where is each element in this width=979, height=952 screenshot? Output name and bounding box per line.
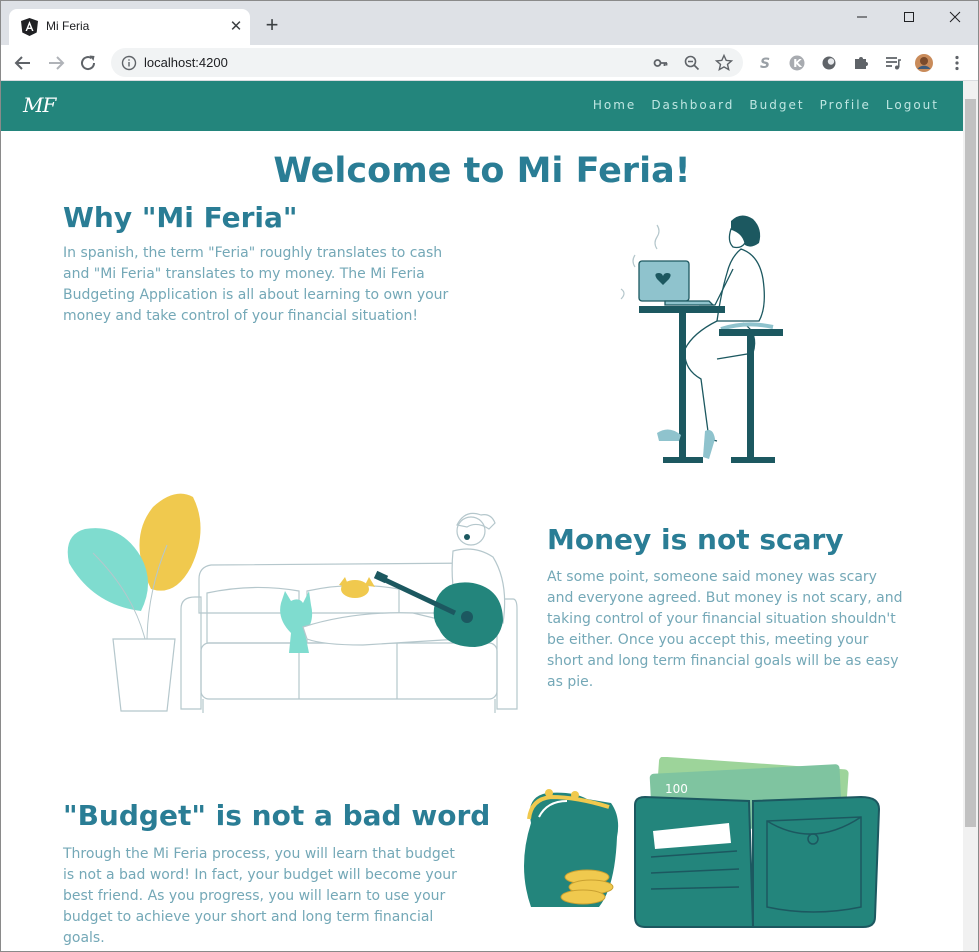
nav-links: Home Dashboard Budget Profile Logout [593,98,939,112]
page-scrollbar[interactable] [963,81,978,951]
section-heading-why-mi-feria: Why "Mi Feria" [63,201,298,234]
extension-circle-icon[interactable] [819,53,839,73]
tab-strip: Mi Feria ✕ + [1,1,978,45]
woman-at-laptop-illustration [620,215,783,463]
info-icon[interactable] [119,53,139,73]
browser-window: Mi Feria ✕ + localhost:4200 S K MF Home … [0,0,979,952]
url-text[interactable]: localhost:4200 [144,55,228,70]
section-heading-money-not-scary: Money is not scary [547,523,844,556]
scrollbar-thumb[interactable] [965,99,976,827]
wallet-and-coin-purse-illustration: 100 [524,757,881,928]
nav-link-logout[interactable]: Logout [886,98,939,112]
nav-link-budget[interactable]: Budget [749,98,804,112]
zoom-out-icon[interactable] [682,53,702,73]
section-text-budget-not-bad-word: Through the Mi Feria process, you will l… [63,846,457,946]
extensions-puzzle-icon[interactable] [851,53,871,73]
svg-text:S: S [760,56,770,72]
back-arrow-icon[interactable] [11,51,35,75]
extension-s-icon[interactable]: S [755,53,775,73]
woman-on-couch-with-guitar-illustration [67,493,518,713]
page-title: Welcome to Mi Feria! [273,151,691,191]
svg-text:K: K [793,57,802,70]
forward-arrow-icon[interactable] [44,51,68,75]
profile-avatar-icon[interactable] [914,53,934,73]
nav-link-dashboard[interactable]: Dashboard [651,98,734,112]
site-navbar: MF Home Dashboard Budget Profile Logout [1,81,963,131]
section-heading-budget-not-bad-word: "Budget" is not a bad word [63,799,491,832]
close-tab-icon[interactable]: ✕ [227,17,245,35]
svg-text:100: 100 [665,782,688,796]
page-viewport: MF Home Dashboard Budget Profile Logout … [1,81,963,951]
maximize-icon[interactable] [899,7,919,27]
minimize-icon[interactable] [852,7,872,27]
close-window-icon[interactable] [945,7,965,27]
extension-k-icon[interactable]: K [787,53,807,73]
browser-tab[interactable]: Mi Feria ✕ [9,9,250,45]
tab-title: Mi Feria [46,19,90,33]
media-queue-icon[interactable] [883,53,903,73]
reload-icon[interactable] [76,51,100,75]
angular-icon [21,18,38,36]
key-icon[interactable] [651,53,671,73]
section-text-why-mi-feria: In spanish, the term "Feria" roughly tra… [63,245,449,324]
browser-toolbar: localhost:4200 S K [1,45,978,81]
address-bar[interactable]: localhost:4200 [111,48,743,77]
nav-link-profile[interactable]: Profile [820,98,871,112]
nav-link-home[interactable]: Home [593,98,636,112]
menu-dots-icon[interactable] [947,53,967,73]
brand-logo[interactable]: MF [23,93,56,117]
bookmark-star-icon[interactable] [714,53,734,73]
section-text-money-not-scary: At some point, someone said money was sc… [547,569,903,690]
new-tab-button[interactable]: + [261,14,283,36]
